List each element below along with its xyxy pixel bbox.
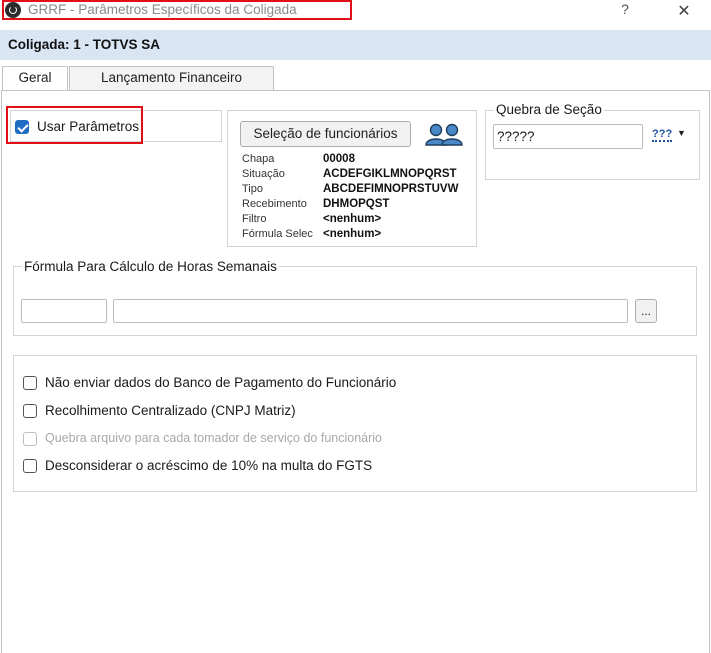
nao-enviar-banco-checkbox[interactable] xyxy=(23,376,37,390)
nao-enviar-banco-label: Não enviar dados do Banco de Pagamento d… xyxy=(45,375,397,390)
close-button[interactable]: ✕ xyxy=(674,1,694,21)
help-button[interactable]: ? xyxy=(616,1,634,19)
users-icon[interactable] xyxy=(424,122,464,148)
quebra-secao-input[interactable]: ????? xyxy=(493,124,643,149)
selecao-funcionarios-button[interactable]: Seleção de funcionários xyxy=(240,121,411,147)
picker-label: ??? xyxy=(652,128,673,142)
tab-geral[interactable]: Geral xyxy=(2,66,68,91)
title-bar: GRRF - Parâmetros Específicos da Coligad… xyxy=(0,0,711,22)
situacao-value: ACDEFGIKLMNOPQRST xyxy=(323,168,457,180)
formula-selec-value: <nenhum> xyxy=(323,228,382,240)
selecao-info: Chapa 00008 Situação ACDEFGIKLMNOPQRST T… xyxy=(228,153,476,245)
formula-legend: Fórmula Para Cálculo de Horas Semanais xyxy=(22,259,279,274)
tab-lancamento-financeiro[interactable]: Lançamento Financeiro xyxy=(69,66,274,90)
quebra-secao-picker[interactable]: ??? ▼ xyxy=(652,125,688,147)
tipo-value: ABCDEFIMNOPRSTUVW xyxy=(323,183,459,195)
formula-browse-button[interactable]: ... xyxy=(635,299,657,323)
recolhimento-centralizado-label: Recolhimento Centralizado (CNPJ Matriz) xyxy=(45,403,296,418)
quebra-arquivo-tomador-label: Quebra arquivo para cada tomador de serv… xyxy=(45,431,383,445)
selecao-panel: Seleção de funcionários Chapa 00008 Situ… xyxy=(227,110,477,247)
chapa-value: 00008 xyxy=(323,153,355,165)
tipo-key: Tipo xyxy=(242,183,263,195)
recebimento-value: DHMOPQST xyxy=(323,198,390,210)
formula-selec-key: Fórmula Selec xyxy=(242,228,313,240)
quebra-secao-group: Quebra de Seção ????? ??? ▼ xyxy=(485,102,700,180)
situacao-key: Situação xyxy=(242,168,285,180)
filtro-key: Filtro xyxy=(242,213,267,225)
desconsiderar-acrescimo-checkbox[interactable] xyxy=(23,459,37,473)
quebra-secao-legend: Quebra de Seção xyxy=(494,102,604,117)
tab-strip: Geral Lançamento Financeiro xyxy=(0,66,711,91)
title-highlight-box xyxy=(2,0,352,20)
options-group: Não enviar dados do Banco de Pagamento d… xyxy=(13,355,697,492)
quebra-arquivo-tomador-checkbox xyxy=(23,432,37,446)
formula-group: Fórmula Para Cálculo de Horas Semanais .… xyxy=(13,259,697,336)
filtro-value: <nenhum> xyxy=(323,213,382,225)
chevron-down-icon: ▼ xyxy=(677,128,686,138)
formula-code-input[interactable] xyxy=(21,299,107,323)
coligada-label: Coligada: 1 - TOTVS SA xyxy=(8,37,161,52)
usar-parametros-highlight xyxy=(6,106,143,144)
recebimento-key: Recebimento xyxy=(242,198,307,210)
formula-description-input[interactable] xyxy=(113,299,628,323)
recolhimento-centralizado-checkbox[interactable] xyxy=(23,404,37,418)
desconsiderar-acrescimo-label: Desconsiderar o acréscimo de 10% na mult… xyxy=(45,458,373,473)
coligada-header: Coligada: 1 - TOTVS SA xyxy=(0,30,711,60)
chapa-key: Chapa xyxy=(242,153,275,165)
